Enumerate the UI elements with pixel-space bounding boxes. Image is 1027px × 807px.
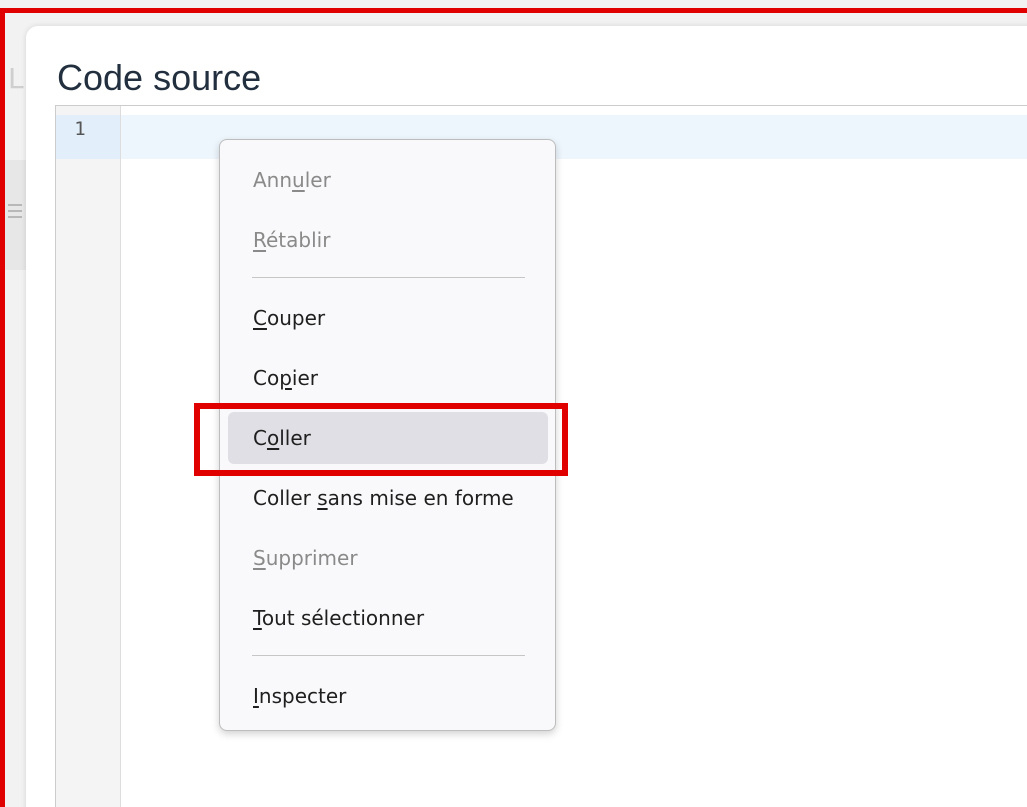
screen: L Code source 1 Annuler Rétablir Couper …: [0, 0, 1027, 807]
background-partial-letter: L: [8, 62, 24, 95]
line-number: 1: [74, 118, 86, 140]
menu-item-copier[interactable]: Copier: [228, 352, 548, 404]
menu-item-couper[interactable]: Couper: [228, 292, 548, 344]
context-menu: Annuler Rétablir Couper Copier Coller Co…: [219, 139, 556, 731]
menu-item-inspecter[interactable]: Inspecter: [228, 670, 548, 722]
menu-item-supprimer: Supprimer: [253, 546, 358, 570]
menu-separator: [252, 277, 525, 278]
menu-item-retablir: Rétablir: [253, 228, 331, 252]
menu-item-annuler: Annuler: [253, 168, 331, 192]
menu-item-coller-sans-mise-en-forme[interactable]: Coller sans mise en forme: [228, 472, 548, 524]
menu-item-tout-selectionner[interactable]: Tout sélectionner: [228, 592, 548, 644]
dialog-title: Code source: [57, 57, 262, 98]
menu-separator: [252, 655, 525, 656]
hamburger-menu-icon: [8, 204, 22, 222]
menu-item-coller[interactable]: Coller: [228, 412, 548, 464]
line-number-gutter: 1: [56, 106, 121, 807]
